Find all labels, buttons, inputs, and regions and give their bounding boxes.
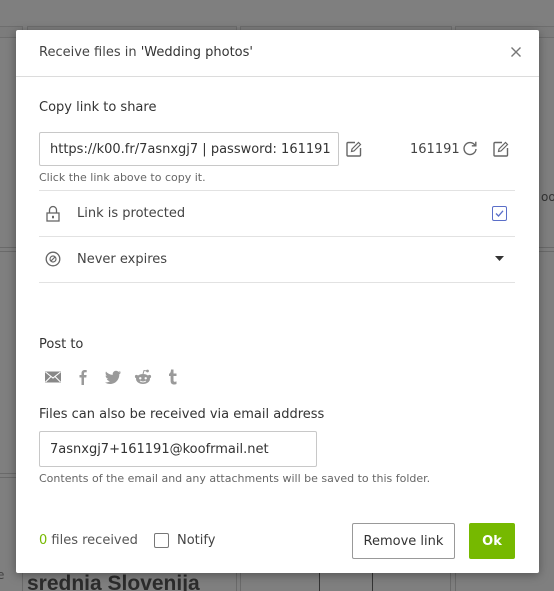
edit-link-button[interactable] (345, 140, 363, 158)
bg-line (372, 573, 373, 591)
share-facebook-button[interactable] (74, 368, 92, 386)
files-received-label: files received (47, 533, 138, 548)
bg-line (455, 573, 456, 591)
reddit-icon (134, 369, 152, 384)
bg-line (319, 573, 320, 591)
receive-files-dialog: Receive files in 'Wedding photos' Copy l… (16, 30, 539, 573)
email-receive-hint: Contents of the email and any attachment… (39, 472, 431, 485)
bg-line (450, 573, 451, 591)
password-value: 161191 (410, 142, 460, 157)
remove-link-button[interactable]: Remove link (352, 523, 455, 559)
bg-line (539, 251, 554, 252)
twitter-icon (105, 370, 121, 384)
edit-icon (346, 141, 362, 157)
bg-text: e (0, 568, 5, 582)
share-tumblr-button[interactable] (164, 368, 182, 386)
link-protected-label: Link is protected (77, 206, 186, 221)
edit-icon (493, 141, 509, 157)
ok-button[interactable]: Ok (469, 523, 515, 559)
caret-down-icon (495, 256, 504, 261)
notify-checkbox[interactable] (154, 533, 169, 548)
copy-link-label: Copy link to share (39, 100, 157, 115)
share-link-field[interactable]: https://k00.fr/7asnxgj7 | password: 1611… (39, 132, 339, 166)
notify-label: Notify (177, 533, 216, 548)
link-protected-checkbox[interactable] (492, 206, 507, 221)
bg-line (0, 251, 16, 252)
expiry-label: Never expires (77, 252, 168, 267)
dialog-title-prefix: Receive files in (39, 45, 141, 60)
divider (39, 190, 515, 191)
share-twitter-button[interactable] (104, 368, 122, 386)
bg-heading: srednia Slovenija (27, 572, 200, 591)
divider (39, 236, 515, 237)
close-button[interactable] (508, 44, 524, 60)
lock-icon (46, 205, 60, 222)
tumblr-icon (169, 369, 177, 385)
bg-line (236, 573, 237, 591)
email-icon (45, 371, 61, 383)
dialog-title-folder: 'Wedding photos' (140, 45, 253, 60)
bg-line (539, 247, 554, 248)
refresh-icon (463, 141, 477, 156)
email-receive-label: Files can also be received via email add… (39, 407, 325, 422)
facebook-icon (79, 370, 87, 385)
copy-link-hint: Click the link above to copy it. (39, 171, 206, 184)
no-expiry-icon (45, 251, 61, 267)
files-received-text: 0 files received (39, 533, 138, 548)
bg-line (22, 573, 23, 591)
dialog-title: Receive files in 'Wedding photos' (39, 45, 253, 60)
bg-line (0, 473, 16, 474)
regenerate-password-button[interactable] (461, 140, 479, 158)
share-reddit-button[interactable] (134, 368, 152, 386)
receive-email-value: 7asnxgj7+161191@koofrmail.net (50, 441, 269, 457)
dialog-header: Receive files in 'Wedding photos' (16, 30, 539, 77)
close-icon (511, 47, 521, 57)
post-to-label: Post to (39, 337, 84, 352)
divider (39, 282, 515, 283)
share-email-button[interactable] (44, 368, 62, 386)
edit-password-button[interactable] (492, 140, 510, 158)
bg-line (0, 247, 16, 248)
share-link-value: https://k00.fr/7asnxgj7 | password: 1611… (50, 141, 331, 157)
bg-line (240, 573, 241, 591)
checkmark-icon (495, 210, 504, 217)
receive-email-field[interactable]: 7asnxgj7+161191@koofrmail.net (39, 431, 317, 467)
bg-line (0, 477, 16, 478)
bg-text: oo (541, 190, 554, 204)
